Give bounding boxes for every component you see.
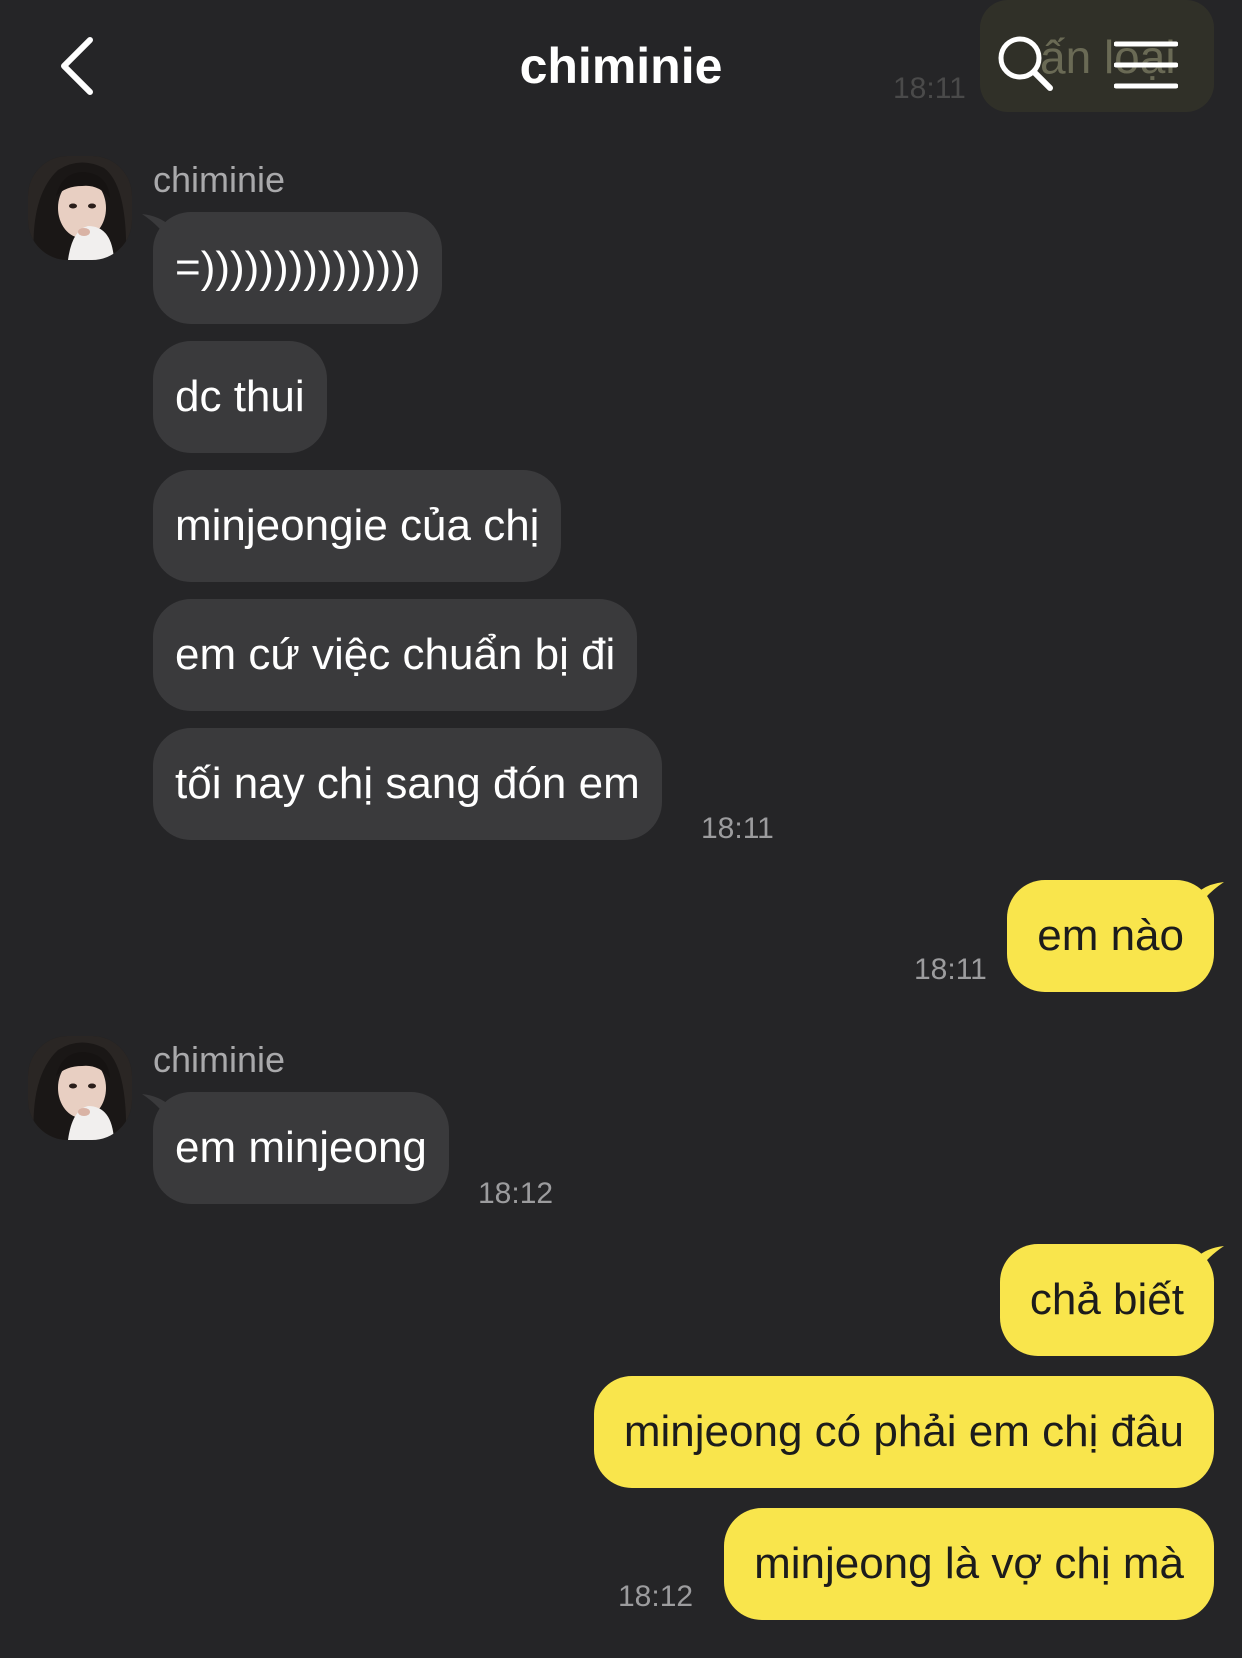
outgoing-message-bubble[interactable]: chả biết [999,1244,1214,1356]
message-timestamp: 18:12 [478,1177,554,1210]
incoming-message-bubble[interactable]: dc thui [153,341,327,453]
menu-button[interactable] [1113,40,1179,90]
hamburger-menu-icon [1113,41,1179,89]
avatar[interactable] [28,1036,132,1140]
avatar[interactable] [28,156,132,260]
message-timestamp: 18:11 [701,812,774,845]
avatar-photo [28,156,132,260]
incoming-message-bubble[interactable]: em cứ việc chuẩn bị đi [153,599,638,711]
message-timestamp: 18:11 [914,953,987,986]
sender-name: chiminie [153,1039,286,1080]
outgoing-message-bubble[interactable]: minjeong là vợ chị mà [724,1508,1214,1620]
bubble-tail [1196,882,1224,910]
outgoing-message-bubble[interactable]: em nào [1007,880,1214,992]
sender-name: chiminie [153,159,286,200]
search-button[interactable] [996,34,1056,94]
outgoing-message-bubble[interactable]: minjeong có phải em chị đâu [593,1376,1214,1488]
message-timestamp: 18:12 [618,1580,694,1613]
chat-header: ấn loại 18:11 chiminie [0,0,1242,130]
incoming-message-bubble[interactable]: =))))))))))))))) [153,212,443,324]
back-button[interactable] [52,34,112,98]
incoming-message-bubble[interactable]: em minjeong [153,1092,449,1204]
incoming-message-bubble[interactable]: tối nay chị sang đón em [153,728,662,840]
chevron-left-icon [61,37,93,95]
ghost-overlay-time: 18:11 [893,72,966,105]
incoming-message-bubble[interactable]: minjeongie của chị [153,470,562,582]
search-icon [998,36,1053,91]
avatar-photo [28,1036,132,1140]
bubble-tail [1196,1246,1224,1274]
